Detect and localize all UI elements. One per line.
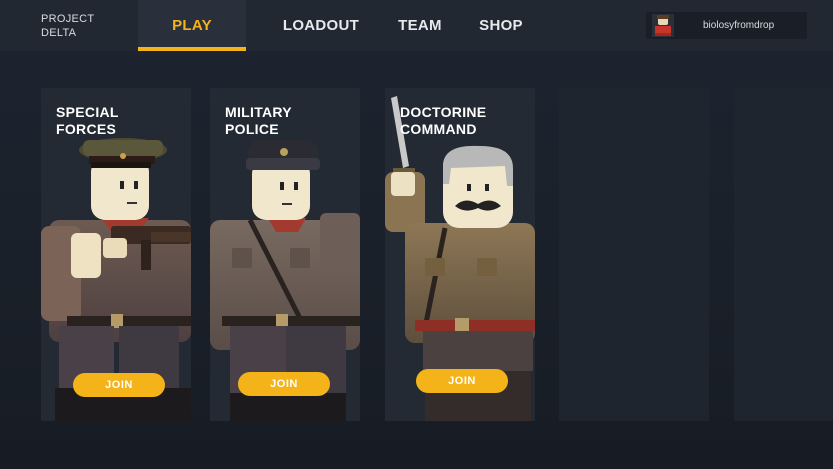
join-doctorine-command-button[interactable]: JOIN: [416, 369, 508, 393]
join-military-police-button[interactable]: JOIN: [238, 372, 330, 396]
tab-loadout[interactable]: LOADOUT: [272, 0, 370, 51]
faction-card-doctorine-command[interactable]: DOCTORINE COMMAND JOIN: [385, 88, 535, 421]
card-title: MILITARY POLICE: [225, 104, 292, 137]
faction-card-special-forces[interactable]: SPECIAL FORCES JOIN: [41, 88, 191, 421]
faction-card-empty: [559, 88, 709, 421]
faction-card-military-police[interactable]: MILITARY POLICE JOIN: [210, 88, 360, 421]
join-special-forces-button[interactable]: JOIN: [73, 373, 165, 397]
tab-shop[interactable]: SHOP: [470, 0, 532, 51]
top-nav-bar: PROJECT DELTA PLAY LOADOUT TEAM SHOP bio…: [0, 0, 833, 51]
tab-play[interactable]: PLAY: [138, 0, 246, 51]
tab-team-label: TEAM: [398, 17, 442, 34]
username: biolosyfromdrop: [703, 20, 775, 31]
tab-play-label: PLAY: [172, 17, 212, 34]
card-title: DOCTORINE COMMAND: [400, 104, 487, 137]
tab-team[interactable]: TEAM: [388, 0, 452, 51]
tab-loadout-label: LOADOUT: [282, 17, 360, 34]
user-profile[interactable]: biolosyfromdrop: [646, 12, 807, 39]
tab-shop-label: SHOP: [479, 17, 523, 34]
faction-card-empty: [734, 88, 833, 421]
avatar: [652, 14, 674, 37]
card-title: SPECIAL FORCES: [56, 104, 119, 137]
brand-logo: PROJECT DELTA: [41, 13, 95, 39]
